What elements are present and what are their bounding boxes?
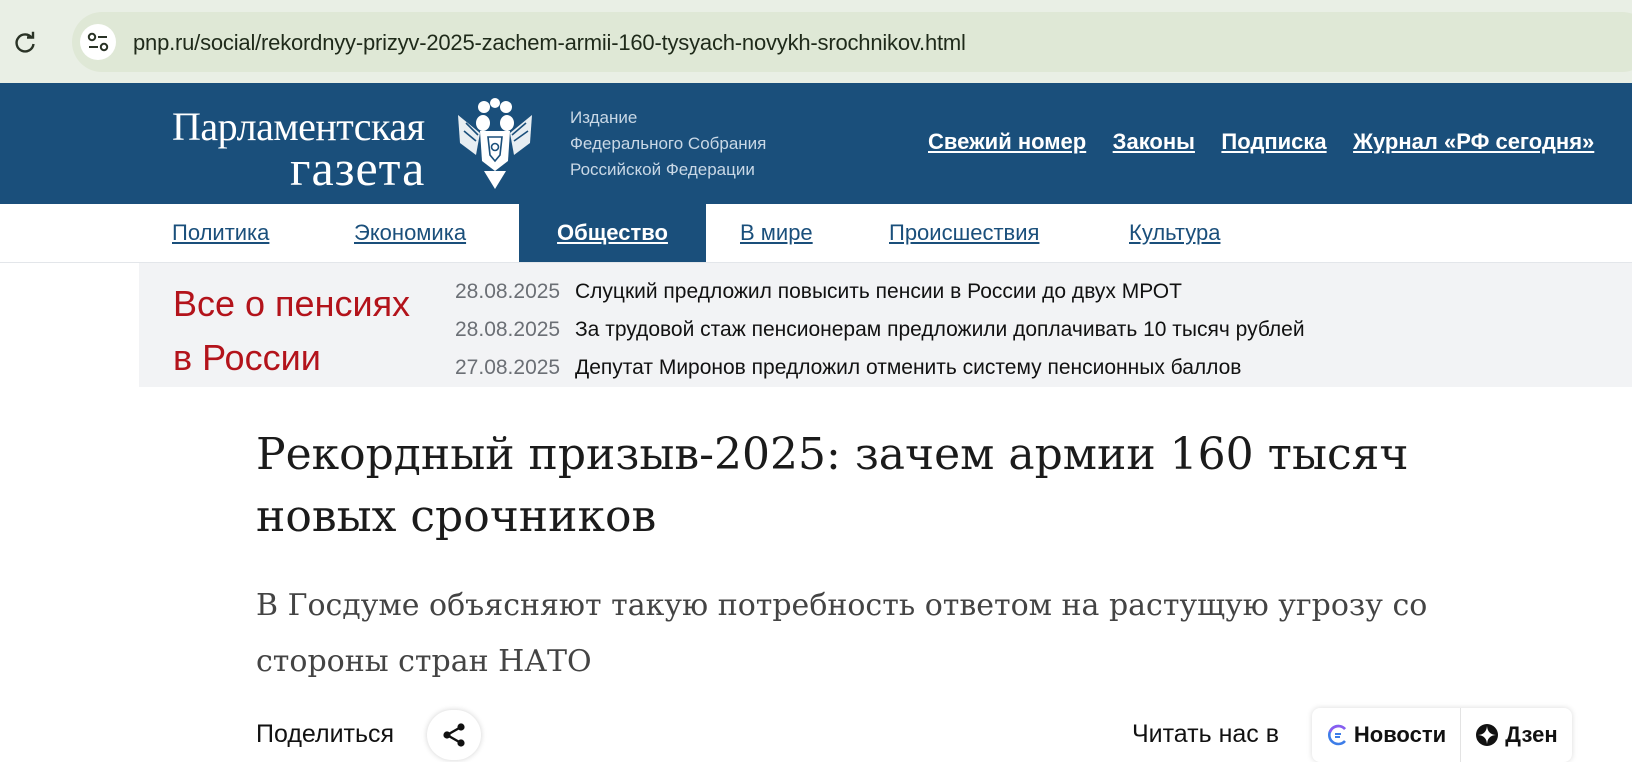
nav-world[interactable]: В мире (740, 204, 813, 262)
nav-incidents[interactable]: Происшествия (889, 204, 1039, 262)
dzen-icon (1476, 724, 1499, 746)
site-header: Парламентская газета Издание Федеральног… (0, 83, 1632, 204)
pensions-title[interactable]: Все о пенсиях в России (173, 277, 433, 385)
news-date: 28.08.2025 (455, 318, 561, 341)
url-text[interactable]: pnp.ru/social/rekordnyy-prizyv-2025-zach… (133, 30, 966, 56)
news-headline[interactable]: Слуцкий предложил повысить пенсии в Росс… (575, 280, 1182, 303)
nav-economy[interactable]: Экономика (354, 204, 466, 262)
share-label: Поделиться (256, 720, 395, 748)
follow-news-button[interactable]: Новости (1312, 708, 1461, 762)
site-info-icon (87, 32, 109, 52)
follow-label: Читать нас в (1132, 720, 1280, 748)
logo-line-2: газета (290, 140, 426, 196)
link-rf-today-magazine[interactable]: Журнал «РФ сегодня» (1353, 129, 1594, 154)
publisher-note: Издание Федерального Собрания Российской… (570, 105, 766, 183)
follow-news-label: Новости (1353, 722, 1447, 747)
emblem-icon (458, 98, 532, 189)
follow-dzen-button[interactable]: Дзен (1461, 708, 1572, 762)
browser-toolbar: pnp.ru/social/rekordnyy-prizyv-2025-zach… (0, 0, 1632, 83)
link-latest-issue[interactable]: Свежий номер (928, 129, 1086, 154)
publisher-note-line: Российской Федерации (570, 160, 755, 179)
link-laws[interactable]: Законы (1113, 129, 1195, 154)
news-date: 28.08.2025 (455, 280, 561, 303)
news-icon (1327, 724, 1346, 746)
share-button[interactable] (427, 710, 481, 760)
share-icon (443, 723, 465, 747)
follow-dzen-label: Дзен (1505, 722, 1558, 747)
section-nav: Политика Экономика Общество В мире Проис… (0, 204, 1632, 263)
news-headline[interactable]: Депутат Миронов предложил отменить систе… (575, 356, 1241, 379)
news-date: 27.08.2025 (455, 356, 561, 379)
reload-icon (15, 31, 35, 53)
pensions-title-line: в России (173, 337, 321, 378)
reload-button[interactable] (8, 26, 42, 60)
pensions-title-line: Все о пенсиях (173, 283, 411, 324)
site-info-button[interactable] (80, 24, 116, 60)
article-title: Рекордный призыв-2025: зачем армии 160 т… (256, 429, 1409, 542)
nav-politics[interactable]: Политика (172, 204, 269, 262)
pensions-block: Все о пенсиях в России 28.08.2025 Слуцкий… (139, 263, 1632, 387)
publisher-note-line: Издание (570, 108, 638, 127)
site-logo[interactable]: Парламентская газета (172, 101, 440, 196)
pensions-news-list: 28.08.2025 Слуцкий предложил повысить пен… (455, 279, 1305, 393)
news-item[interactable]: 28.08.2025 За трудовой стаж пенсионерам п… (455, 317, 1305, 355)
news-item[interactable]: 28.08.2025 Слуцкий предложил повысить пен… (455, 279, 1305, 317)
article-lead: В Госдуме объясняют такую потребность от… (256, 588, 1428, 679)
header-links: Свежий номер Законы Подписка Журнал «РФ … (928, 129, 1616, 155)
nav-society[interactable]: Общество (519, 204, 706, 262)
news-headline[interactable]: За трудовой стаж пенсионерам предложили … (575, 318, 1305, 341)
follow-services: Новости Дзен (1312, 708, 1572, 762)
nav-culture[interactable]: Культура (1129, 204, 1220, 262)
news-item[interactable]: 27.08.2025 Депутат Миронов предложил отме… (455, 355, 1305, 393)
link-subscription[interactable]: Подписка (1221, 129, 1326, 154)
publisher-note-line: Федерального Собрания (570, 134, 767, 153)
